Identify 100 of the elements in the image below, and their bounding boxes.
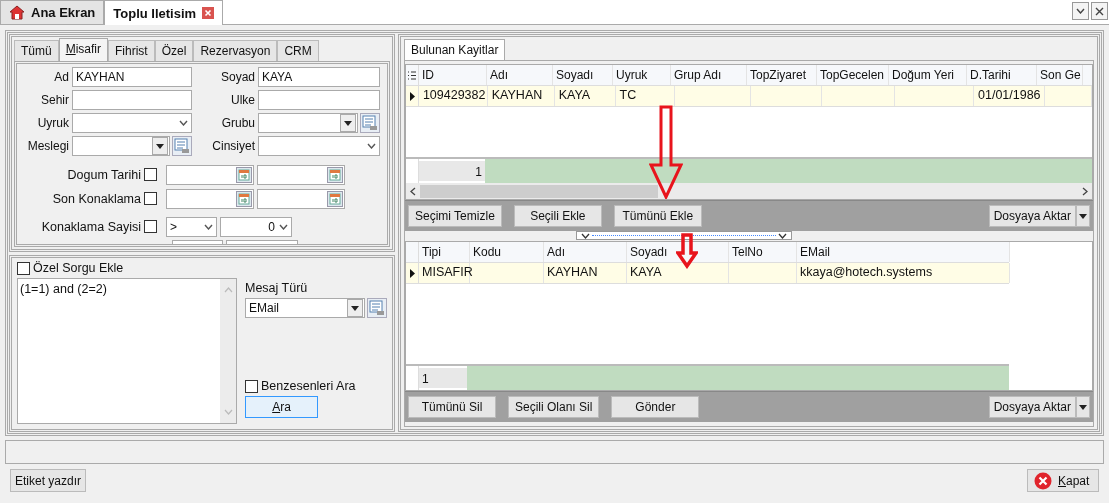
close-icon [1095,6,1104,16]
table-cell: TC [616,86,675,106]
field-label: Ad [53,70,69,84]
print-label-button[interactable]: Etiket yazdır [10,469,87,492]
checkbox[interactable] [245,379,258,393]
calendar-icon[interactable] [236,166,252,183]
date-field[interactable] [257,188,345,209]
select-field[interactable] [258,136,380,156]
field-label: Soyad [219,70,255,84]
action-button[interactable]: Gönder [611,396,700,418]
field-label: Meslegi [26,139,69,153]
text-field[interactable]: KAYA [258,67,380,87]
tab-close-icon[interactable] [202,7,215,19]
query-text-area[interactable]: (1=1) and (2=2) [17,278,237,424]
table-cell: KAYHAN [488,86,555,106]
caret-down-icon [1079,213,1087,219]
text-field[interactable]: KAYHAN [72,67,192,87]
calendar-icon[interactable] [327,166,343,183]
operator-select[interactable]: > [166,216,217,237]
chevron-down-icon [279,223,288,230]
text-field[interactable] [72,90,192,110]
filter-tab[interactable]: Rezervasyon [193,40,278,61]
filter-label: Dogum Tarihi [66,167,141,182]
splitter-handle[interactable] [576,231,792,240]
chevron-left-icon[interactable] [410,186,416,196]
table-cell: KAYHAN [544,263,627,283]
filter-tab[interactable]: Tümü [14,40,59,61]
export-menu-button[interactable] [1076,205,1090,227]
chevron-down-icon [179,120,188,126]
filter-tab[interactable]: CRM [277,40,319,61]
tab-list-button[interactable] [1072,2,1089,20]
table-cell: 109429382 [419,86,488,106]
date-field[interactable] [166,164,254,185]
close-button[interactable]: Kapat [1027,469,1099,492]
filter-tab[interactable]: Misafir [58,38,109,61]
export-button[interactable]: Dosyaya Aktar [988,396,1076,418]
chevron-down-icon [204,223,213,230]
lookup-field[interactable] [258,113,358,133]
action-button[interactable]: Seçili Ekle [513,205,602,227]
caret-down-icon [156,143,164,149]
text-field[interactable] [258,90,380,110]
list-icon[interactable] [367,298,387,318]
close-icon [1034,471,1052,490]
action-button[interactable]: Seçili Olanı Sil [508,396,600,418]
filter-tab[interactable]: Fihrist [108,40,155,61]
chevron-down-icon [367,143,376,149]
field-label: Ulke [230,93,255,107]
date-field[interactable] [257,164,345,185]
calendar-icon[interactable] [327,190,343,207]
chevron-down-icon [778,232,787,239]
checkbox[interactable] [144,192,157,205]
checkbox-label: Özel Sorgu Ekle [33,261,124,275]
table-cell: KAYA [555,86,616,106]
chevron-up-icon[interactable] [223,287,233,293]
home-icon [9,5,25,20]
column-menu-icon[interactable] [408,70,416,80]
table-cell: KAYA [627,263,729,283]
horizontal-scrollbar[interactable] [406,183,1092,199]
list-icon[interactable] [360,113,380,133]
scrollbar-thumb[interactable] [420,184,658,198]
chevron-down-icon [1076,8,1085,14]
action-button[interactable]: Tümünü Ekle [613,205,702,227]
export-menu-button[interactable] [1076,396,1090,418]
table-cell: MISAFIR [419,263,470,283]
results-tab[interactable]: Bulunan Kayitlar [404,39,506,60]
action-button[interactable]: Tümünü Sil [408,396,496,418]
window-tab[interactable]: Toplu Iletisim [104,0,224,25]
export-button[interactable]: Dosyaya Aktar [988,205,1076,227]
caret-down-icon [344,120,352,126]
record-count: 1 [419,161,485,181]
select-field[interactable] [72,113,192,133]
chevron-right-icon[interactable] [1082,186,1088,196]
caret-down-icon [351,305,359,311]
checkbox-label: Benzesenleri Ara [261,379,356,393]
field-label: Uyruk [36,116,69,130]
filter-tab[interactable]: Özel [154,40,194,61]
close-button[interactable] [1091,2,1108,20]
field-label: Sehir [40,93,69,107]
chevron-down-icon[interactable] [223,409,233,415]
list-icon[interactable] [172,136,192,156]
table-cell: kkaya@hotech.systems [797,263,1010,283]
message-type-select[interactable]: EMail [245,298,365,318]
table-cell: 01/01/1986 [975,86,1045,106]
checkbox[interactable] [144,168,157,181]
date-field[interactable] [166,188,254,209]
filter-label: Konaklama Sayisi [40,219,141,234]
field-label: Grubu [220,116,255,130]
checkbox[interactable] [144,220,157,233]
window-tab[interactable]: Ana Ekran [0,0,105,24]
filter-label: Son Konaklama [51,191,141,206]
count-select[interactable]: 0 [220,216,292,237]
field-label: Cinsiyet [211,139,255,153]
action-button[interactable]: Seçimi Temizle [408,205,502,227]
lookup-field[interactable] [72,136,170,156]
search-button[interactable]: Ara [245,396,318,418]
chevron-down-icon [581,232,590,239]
checkbox[interactable] [17,261,30,275]
field-label: Mesaj Türü [245,281,309,295]
calendar-icon[interactable] [236,190,252,207]
record-count: 1 [419,368,467,388]
